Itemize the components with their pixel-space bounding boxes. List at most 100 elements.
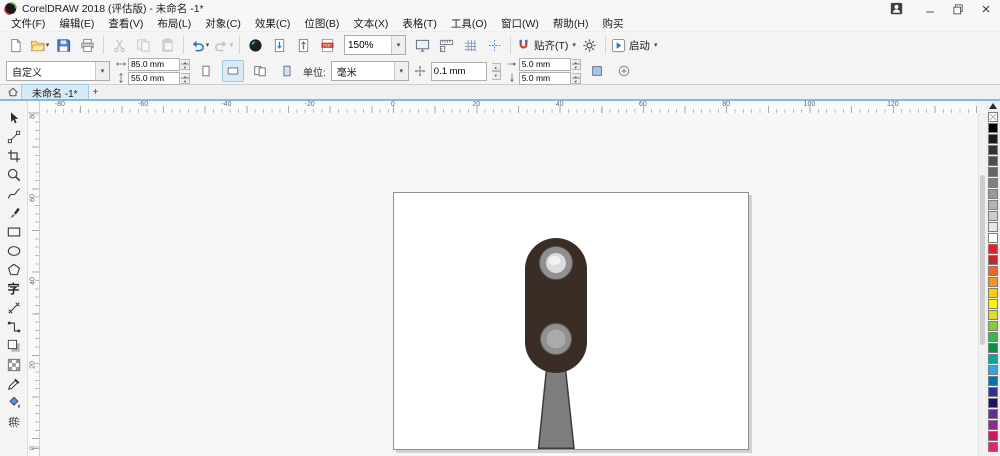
color-swatch[interactable] <box>988 376 998 386</box>
vertical-scrollbar[interactable] <box>978 113 986 456</box>
connector-tool[interactable] <box>3 318 25 335</box>
color-swatch[interactable] <box>988 343 998 353</box>
color-swatch[interactable] <box>988 123 998 133</box>
close-button[interactable] <box>972 1 1000 17</box>
copy-button[interactable] <box>132 35 155 56</box>
zoom-tool[interactable] <box>3 166 25 183</box>
landscape-button[interactable] <box>222 60 244 82</box>
user-account-button[interactable] <box>886 2 906 16</box>
show-grid-button[interactable] <box>459 35 482 56</box>
drawing-canvas[interactable] <box>40 113 978 456</box>
vertical-ruler[interactable]: 80 60 40 20 0 <box>28 113 40 456</box>
color-swatch[interactable] <box>988 398 998 408</box>
color-swatch[interactable] <box>988 420 998 430</box>
menu-edit[interactable]: 编辑(E) <box>52 17 101 31</box>
welcome-home-button[interactable] <box>5 85 21 99</box>
color-swatch[interactable] <box>988 233 998 243</box>
chevron-down-icon[interactable]: ▾ <box>393 62 408 80</box>
color-swatch[interactable] <box>988 266 998 276</box>
color-swatch[interactable] <box>988 211 998 221</box>
color-swatch[interactable] <box>988 277 998 287</box>
duplicate-y-input[interactable] <box>519 73 570 83</box>
nudge-distance-stepper[interactable]: ▴ ▾ <box>491 62 501 80</box>
launch-button[interactable]: 启动 ▾ <box>610 35 659 56</box>
color-swatch[interactable] <box>988 299 998 309</box>
menu-bitmaps[interactable]: 位图(B) <box>297 17 346 31</box>
vertical-scrollbar-thumb[interactable] <box>980 175 985 345</box>
color-swatch[interactable] <box>988 156 998 166</box>
menu-window[interactable]: 窗口(W) <box>494 17 546 31</box>
menu-text[interactable]: 文本(X) <box>346 17 395 31</box>
color-swatch[interactable] <box>988 387 998 397</box>
new-document-button[interactable] <box>4 35 27 56</box>
zoom-level-input[interactable] <box>345 39 391 51</box>
shape-tool[interactable] <box>3 128 25 145</box>
color-swatch[interactable] <box>988 189 998 199</box>
color-swatch[interactable] <box>988 332 998 342</box>
options-button[interactable] <box>578 35 601 56</box>
full-screen-preview-button[interactable] <box>411 35 434 56</box>
eyedropper-tool[interactable] <box>3 375 25 392</box>
color-swatch[interactable] <box>988 431 998 441</box>
undo-button[interactable]: ▾ <box>188 35 211 56</box>
menu-effects[interactable]: 效果(C) <box>248 17 298 31</box>
interactive-fill-tool[interactable] <box>3 394 25 411</box>
menu-table[interactable]: 表格(T) <box>395 17 443 31</box>
signal-pole[interactable] <box>537 368 575 449</box>
color-swatch[interactable] <box>988 145 998 155</box>
color-swatch[interactable] <box>988 365 998 375</box>
mesh-fill-tool[interactable] <box>3 413 25 430</box>
minimize-button[interactable] <box>916 1 944 17</box>
page-height-input[interactable] <box>129 73 179 83</box>
color-swatch[interactable] <box>988 409 998 419</box>
page-height-stepper[interactable]: ▴ ▾ <box>181 72 190 84</box>
ruler-origin-corner[interactable] <box>28 101 40 113</box>
circle-plus-button[interactable] <box>613 60 635 82</box>
document-tab[interactable]: 未命名 -1* <box>21 84 89 100</box>
save-button[interactable] <box>52 35 75 56</box>
color-swatch[interactable] <box>988 442 998 452</box>
menu-layout[interactable]: 布局(L) <box>150 17 198 31</box>
duplicate-x-input[interactable] <box>519 59 570 69</box>
snap-to-button[interactable]: 贴齐(T) ▾ <box>515 35 577 56</box>
redo-button[interactable]: ▾ <box>212 35 235 56</box>
text-tool[interactable]: 字 <box>3 280 25 297</box>
artistic-media-tool[interactable] <box>3 204 25 221</box>
show-guidelines-button[interactable] <box>483 35 506 56</box>
color-swatch[interactable] <box>988 244 998 254</box>
color-swatch[interactable] <box>988 255 998 265</box>
no-color-swatch[interactable] <box>988 112 998 122</box>
menu-file[interactable]: 文件(F) <box>4 17 52 31</box>
parallel-dimension-tool[interactable] <box>3 299 25 316</box>
page-size-preset-select[interactable]: 自定义 ▾ <box>6 61 110 81</box>
color-swatch[interactable] <box>988 288 998 298</box>
restore-button[interactable] <box>944 1 972 17</box>
cut-button[interactable] <box>108 35 131 56</box>
chevron-down-icon[interactable]: ▾ <box>95 62 109 80</box>
open-document-button[interactable]: ▾ <box>28 35 51 56</box>
menu-view[interactable]: 查看(V) <box>101 17 150 31</box>
publish-to-pdf-button[interactable]: PDF <box>316 35 339 56</box>
page-width-stepper[interactable]: ▴ ▾ <box>181 58 190 70</box>
color-swatch[interactable] <box>988 321 998 331</box>
portrait-button[interactable] <box>195 60 217 82</box>
zoom-level-combo[interactable]: ▾ <box>344 35 406 55</box>
all-pages-button[interactable] <box>249 60 271 82</box>
menu-object[interactable]: 对象(C) <box>198 17 248 31</box>
palette-scroll-up-icon[interactable] <box>989 103 997 109</box>
duplicate-x-stepper[interactable]: ▴ ▾ <box>571 58 581 70</box>
traffic-signal-drawing[interactable] <box>394 193 748 449</box>
freehand-tool[interactable] <box>3 185 25 202</box>
polygon-tool[interactable] <box>3 261 25 278</box>
ellipse-tool[interactable] <box>3 242 25 259</box>
rectangle-tool[interactable] <box>3 223 25 240</box>
color-swatch[interactable] <box>988 222 998 232</box>
export-button[interactable] <box>292 35 315 56</box>
print-button[interactable] <box>76 35 99 56</box>
color-swatch[interactable] <box>988 310 998 320</box>
duplicate-y-stepper[interactable]: ▴ ▾ <box>571 72 581 84</box>
new-tab-button[interactable]: + <box>89 85 103 99</box>
nudge-distance-input[interactable] <box>431 65 486 77</box>
pick-tool[interactable] <box>3 109 25 126</box>
crop-tool[interactable] <box>3 147 25 164</box>
